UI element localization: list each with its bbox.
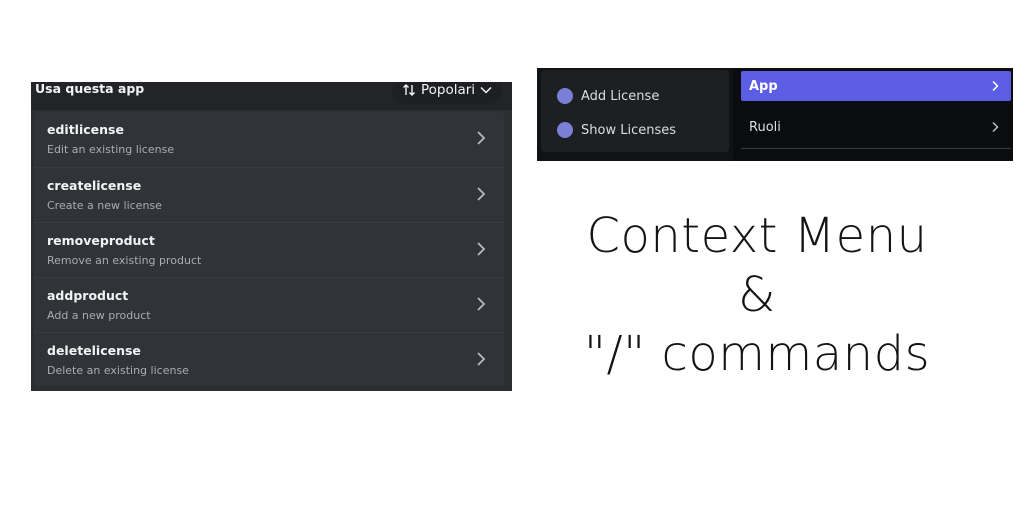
context-menu: App Ruoli bbox=[733, 68, 1013, 161]
command-description: Create a new license bbox=[47, 199, 162, 212]
command-item-deletelicense[interactable]: deletelicense Delete an existing license bbox=[34, 332, 504, 387]
command-name: addproduct bbox=[47, 288, 129, 303]
app-avatar-icon bbox=[557, 122, 573, 138]
caption-line-3: "/" commands bbox=[583, 326, 931, 382]
apps-submenu: Add License Show Licenses bbox=[541, 70, 729, 152]
command-name: createlicense bbox=[47, 178, 142, 193]
command-name: removeproduct bbox=[47, 233, 155, 248]
chevron-right-icon bbox=[992, 121, 999, 133]
menu-item-label: Ruoli bbox=[749, 119, 781, 135]
chevron-down-icon bbox=[480, 86, 492, 94]
slash-commands-panel: Usa questa app Popolari editlicense Edit… bbox=[31, 82, 512, 391]
menu-item-label: Show Licenses bbox=[581, 122, 676, 138]
command-item-editlicense[interactable]: editlicense Edit an existing license bbox=[34, 112, 504, 167]
command-description: Remove an existing product bbox=[47, 254, 202, 267]
command-description: Add a new product bbox=[47, 309, 151, 322]
context-menu-panel: Add License Show Licenses App Ruoli bbox=[537, 68, 1013, 161]
command-name: editlicense bbox=[47, 122, 124, 137]
menu-item-app[interactable]: App bbox=[741, 71, 1011, 101]
chevron-right-icon bbox=[992, 80, 999, 92]
commands-title: Usa questa app bbox=[35, 82, 145, 96]
command-description: Delete an existing license bbox=[47, 364, 189, 377]
commands-list: editlicense Edit an existing license cre… bbox=[34, 112, 504, 386]
menu-item-show-licenses[interactable]: Show Licenses bbox=[557, 120, 676, 140]
command-item-createlicense[interactable]: createlicense Create a new license bbox=[34, 167, 504, 222]
command-item-removeproduct[interactable]: removeproduct Remove an existing product bbox=[34, 222, 504, 277]
caption-line-1: Context Menu bbox=[586, 208, 928, 264]
command-description: Edit an existing license bbox=[47, 143, 175, 156]
chevron-right-icon bbox=[477, 131, 486, 145]
chevron-right-icon bbox=[477, 352, 486, 366]
chevron-right-icon bbox=[477, 187, 486, 201]
command-name: deletelicense bbox=[47, 343, 141, 358]
caption-line-2: & bbox=[738, 267, 776, 323]
chevron-right-icon bbox=[477, 242, 486, 256]
sort-label: Popolari bbox=[420, 82, 476, 98]
commands-header: Usa questa app Popolari bbox=[31, 82, 512, 110]
sort-arrows-icon bbox=[402, 84, 415, 96]
menu-item-label: App bbox=[749, 78, 778, 94]
command-item-addproduct[interactable]: addproduct Add a new product bbox=[34, 277, 504, 332]
sort-button[interactable]: Popolari bbox=[392, 82, 502, 104]
caption: Context Menu & "/" commands bbox=[560, 207, 954, 384]
chevron-right-icon bbox=[477, 297, 486, 311]
menu-item-add-license[interactable]: Add License bbox=[557, 86, 659, 106]
app-avatar-icon bbox=[557, 88, 573, 104]
menu-item-label: Add License bbox=[581, 88, 660, 104]
menu-item-ruoli[interactable]: Ruoli bbox=[741, 112, 1011, 142]
menu-divider bbox=[741, 148, 1011, 149]
